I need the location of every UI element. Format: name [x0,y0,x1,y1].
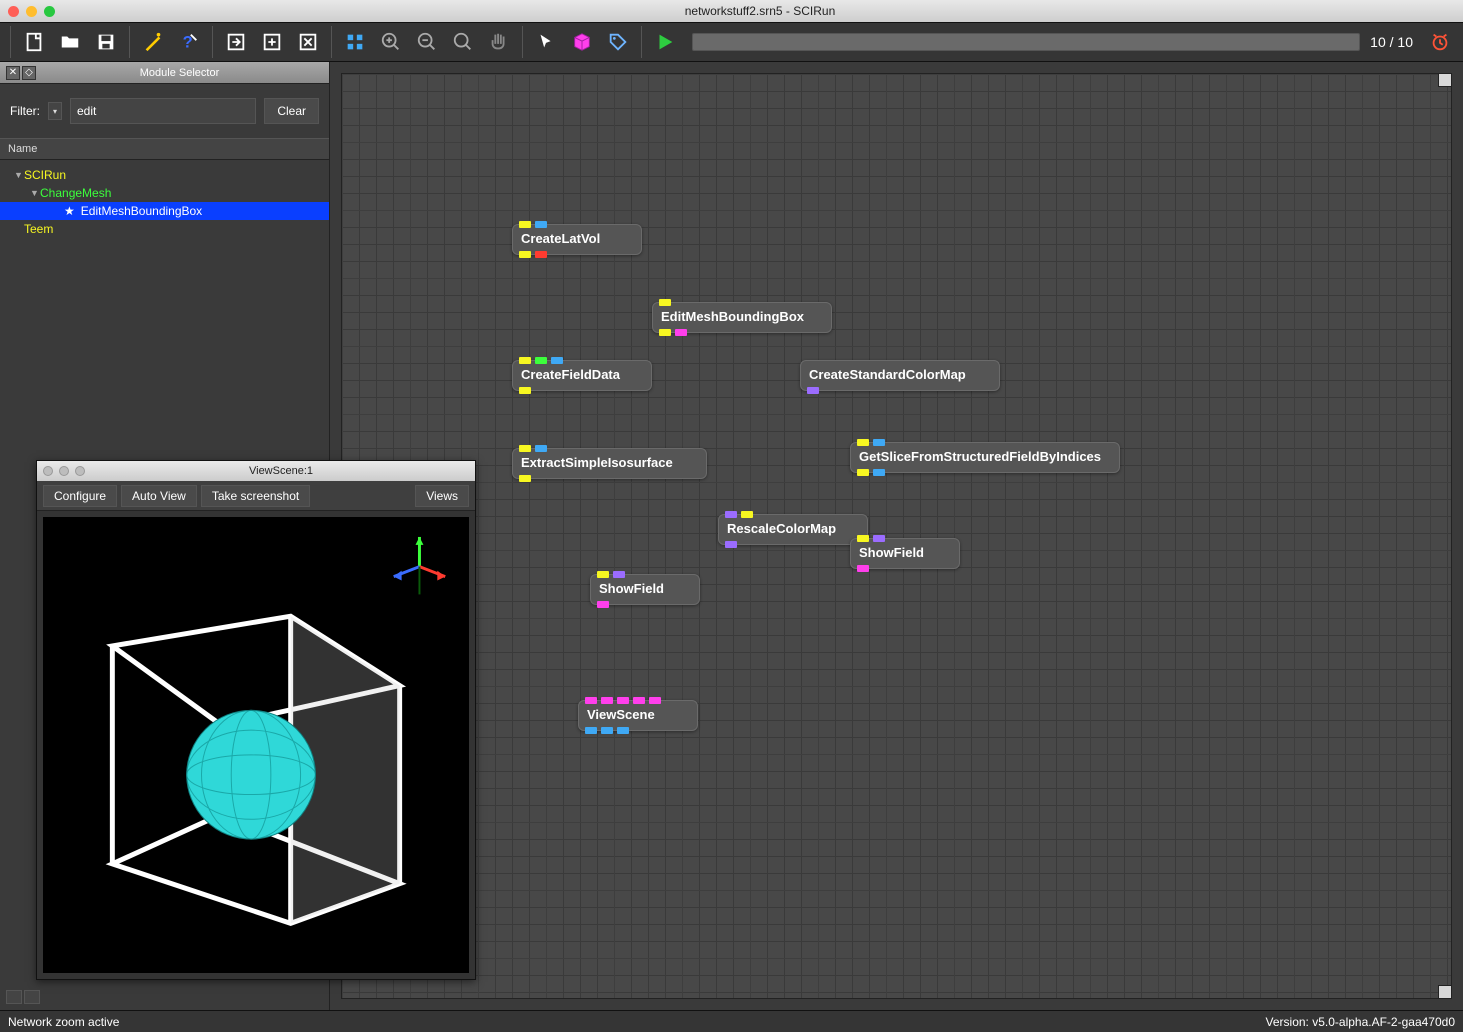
zoom-out-button[interactable] [410,26,444,58]
close-icon[interactable] [8,6,19,17]
vs-close-icon[interactable] [43,466,53,476]
select-button[interactable] [529,26,563,58]
canvas-corner-br [1438,985,1452,999]
tree-header: Name [0,138,329,160]
node-rescalecolormap[interactable]: RescaleColorMap [718,514,868,545]
viewscene-titlebar[interactable]: ViewScene:1 [37,461,475,481]
panel-title: Module Selector [36,67,323,79]
tree-item-scirun[interactable]: ▼SCIRun [0,166,329,184]
maximize-icon[interactable] [44,6,55,17]
node-createstandardcolormap[interactable]: CreateStandardColorMap [800,360,1000,391]
progress-bar [692,33,1360,51]
run-button[interactable] [648,26,682,58]
grid-button[interactable] [338,26,372,58]
vs-min-icon[interactable] [59,466,69,476]
filter-dropdown[interactable]: ▾ [48,102,62,120]
views-button[interactable]: Views [415,485,469,507]
filter-input[interactable] [70,98,256,124]
import-button[interactable] [219,26,253,58]
wizard-button[interactable] [136,26,170,58]
status-bar: Network zoom active Version: v5.0-alpha.… [0,1010,1463,1032]
panel-header: ✕◇ Module Selector [0,62,329,84]
panel-close-icon[interactable]: ✕ [6,66,20,80]
canvas-corner-tr [1438,73,1452,87]
zoom-reset-button[interactable] [446,26,480,58]
node-extractsimpleisosurface[interactable]: ExtractSimpleIsosurface [512,448,707,479]
main-toolbar: ? 10 / 10 [0,22,1463,62]
node-getslicefromstructuredfieldbyindices[interactable]: GetSliceFromStructuredFieldByIndices [850,442,1120,473]
status-left: Network zoom active [8,1015,119,1029]
configure-button[interactable]: Configure [43,485,117,507]
zoom-in-button[interactable] [374,26,408,58]
window-title: networkstuff2.srn5 - SCIRun [65,4,1455,18]
clear-button[interactable]: Clear [264,98,319,124]
viewscene-toolbar: Configure Auto View Take screenshot View… [37,481,475,511]
network-canvas[interactable]: CreateLatVol EditMeshBoundingBox CreateF… [330,62,1463,1010]
screenshot-button[interactable]: Take screenshot [201,485,310,507]
window-titlebar: networkstuff2.srn5 - SCIRun [0,0,1463,22]
module-tree: ▼SCIRun ▼ChangeMesh ★EditMeshBoundingBox… [0,160,329,244]
viewscene-window[interactable]: ViewScene:1 Configure Auto View Take scr… [36,460,476,980]
save-button[interactable] [89,26,123,58]
viewscene-title: ViewScene:1 [93,465,469,477]
filter-label: Filter: [10,104,40,118]
tree-item-changemesh[interactable]: ▼ChangeMesh [0,184,329,202]
vs-max-icon[interactable] [75,466,85,476]
viewscene-viewport[interactable] [43,517,469,973]
tree-item-editmeshboundingbox[interactable]: ★EditMeshBoundingBox [0,202,329,220]
node-createlatvol[interactable]: CreateLatVol [512,224,642,255]
open-folder-button[interactable] [53,26,87,58]
minimize-icon[interactable] [26,6,37,17]
window-controls[interactable] [8,6,55,17]
panel-undock-icon[interactable]: ◇ [22,66,36,80]
star-icon: ★ [64,204,75,218]
node-showfield-1[interactable]: ShowField [590,574,700,605]
autoview-button[interactable]: Auto View [121,485,197,507]
add-window-button[interactable] [255,26,289,58]
node-viewscene[interactable]: ViewScene [578,700,698,731]
sidebar-bottom-controls[interactable] [6,990,40,1004]
alarm-icon[interactable] [1423,26,1457,58]
node-showfield-2[interactable]: ShowField [850,538,960,569]
pan-button[interactable] [482,26,516,58]
node-editmeshboundingbox[interactable]: EditMeshBoundingBox [652,302,832,333]
close-window-button[interactable] [291,26,325,58]
help-button[interactable]: ? [172,26,206,58]
package-button[interactable] [565,26,599,58]
progress-text: 10 / 10 [1370,34,1413,50]
tree-item-teem[interactable]: Teem [0,220,329,238]
node-createfielddata[interactable]: CreateFieldData [512,360,652,391]
new-file-button[interactable] [17,26,51,58]
status-right: Version: v5.0-alpha.AF-2-gaa470d0 [1266,1015,1455,1029]
tag-button[interactable] [601,26,635,58]
